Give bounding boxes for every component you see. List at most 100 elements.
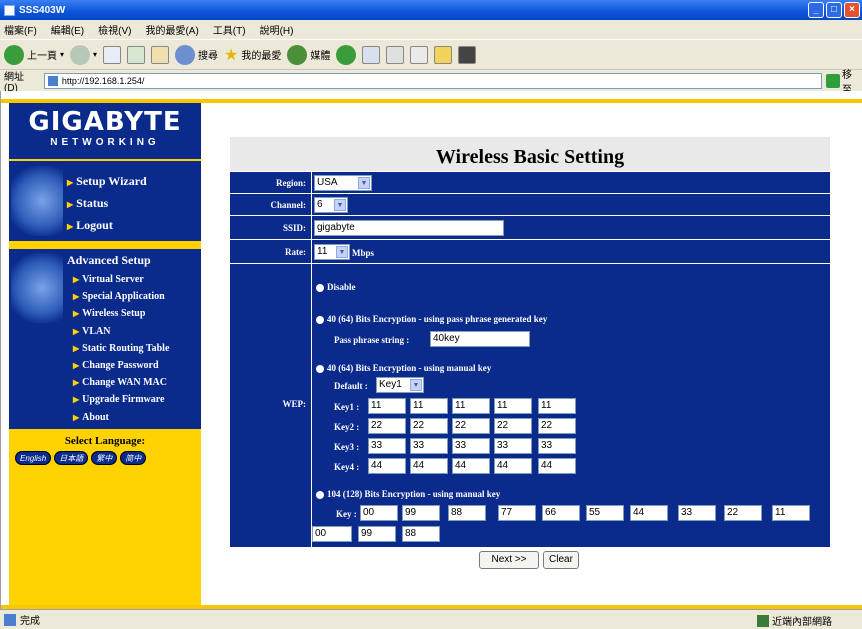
ssid-row: SSID: gigabyte xyxy=(230,215,830,239)
chevron-down-icon: ▼ xyxy=(358,177,370,189)
lang-english-button[interactable]: English xyxy=(15,451,52,465)
key2-field-2[interactable]: 22 xyxy=(410,418,448,434)
print-icon[interactable] xyxy=(386,45,405,64)
key1-field-2[interactable]: 11 xyxy=(410,398,448,414)
key2-field-5[interactable]: 22 xyxy=(538,418,576,434)
default-key-select[interactable]: Key1 ▼ xyxy=(376,377,424,393)
status-bar: 完成 近端內部網路 xyxy=(0,609,862,629)
nav-change-wan-mac[interactable]: ▶ Change WAN MAC xyxy=(73,374,169,391)
nav-virtual-server[interactable]: ▶ Virtual Server xyxy=(73,271,169,288)
key104-field-6[interactable]: 55 xyxy=(586,505,624,521)
ie-app-icon xyxy=(4,4,15,16)
key1-field-5[interactable]: 11 xyxy=(538,398,576,414)
lang-trad-chinese-button[interactable]: 繁中 xyxy=(91,451,118,465)
nav-special-application[interactable]: ▶ Special Application xyxy=(73,288,169,305)
menu-tools[interactable]: 工具(T) xyxy=(213,22,246,37)
nav-vlan[interactable]: ▶ VLAN xyxy=(73,323,169,340)
ssid-input[interactable]: gigabyte xyxy=(314,220,504,236)
key1-label: Key1 : xyxy=(334,402,360,412)
menu-view[interactable]: 檢視(V) xyxy=(98,22,131,37)
next-button[interactable]: Next >> xyxy=(479,551,539,569)
minimize-button[interactable]: _ xyxy=(808,2,824,18)
key3-field-2[interactable]: 33 xyxy=(410,438,448,454)
language-buttons: English 日本語 繁中 简中 xyxy=(15,451,147,465)
back-button[interactable]: 上一頁 ▾ xyxy=(4,44,64,65)
key3-field-3[interactable]: 33 xyxy=(452,438,490,454)
key104-field-8[interactable]: 33 xyxy=(678,505,716,521)
nav-static-routing[interactable]: ▶ Static Routing Table xyxy=(73,340,169,357)
key104-field-2[interactable]: 99 xyxy=(402,505,440,521)
address-input[interactable]: http://192.168.1.254/ xyxy=(43,72,823,89)
rate-select[interactable]: 11 ▼ xyxy=(314,244,350,260)
key2-field-3[interactable]: 22 xyxy=(452,418,490,434)
home-icon[interactable] xyxy=(151,45,170,64)
nav-change-password[interactable]: ▶ Change Password xyxy=(73,357,169,374)
key104-field-9[interactable]: 22 xyxy=(724,505,762,521)
key2-field-4[interactable]: 22 xyxy=(494,418,532,434)
menu-favorites[interactable]: 我的最愛(A) xyxy=(145,22,198,37)
channel-select[interactable]: 6 ▼ xyxy=(314,197,348,213)
nav-upgrade-firmware[interactable]: ▶ Upgrade Firmware xyxy=(73,391,169,408)
ssid-label: SSID: xyxy=(282,223,306,233)
key2-field-1[interactable]: 22 xyxy=(368,418,406,434)
wep-section: WEP: Disable 40 (64) Bits Encryption - u… xyxy=(230,263,830,547)
edit-icon[interactable] xyxy=(410,45,429,64)
maximize-button[interactable]: □ xyxy=(826,2,842,18)
refresh-icon[interactable] xyxy=(127,45,146,64)
key1-field-4[interactable]: 11 xyxy=(494,398,532,414)
mail-icon[interactable] xyxy=(362,45,381,64)
media-icon xyxy=(287,44,308,65)
key4-field-1[interactable]: 44 xyxy=(368,458,406,474)
key104-field-5[interactable]: 66 xyxy=(542,505,580,521)
nav-wireless-setup[interactable]: ▶ Wireless Setup xyxy=(73,305,169,322)
key3-field-1[interactable]: 33 xyxy=(368,438,406,454)
wep-disable-option[interactable]: Disable xyxy=(316,282,356,292)
key104-field-10[interactable]: 11 xyxy=(772,505,810,521)
key104-field-12[interactable]: 99 xyxy=(358,526,396,542)
nav-about[interactable]: ▶ About xyxy=(73,409,169,426)
key104-field-4[interactable]: 77 xyxy=(498,505,536,521)
key4-field-4[interactable]: 44 xyxy=(494,458,532,474)
nav-status[interactable]: ▶ Status xyxy=(67,193,147,215)
clear-button[interactable]: Clear xyxy=(543,551,579,569)
nav-setup-wizard[interactable]: ▶ Setup Wizard xyxy=(67,171,147,193)
channel-label: Channel: xyxy=(270,200,306,210)
region-select[interactable]: USA ▼ xyxy=(314,175,372,191)
key3-field-5[interactable]: 33 xyxy=(538,438,576,454)
search-icon xyxy=(175,44,196,65)
search-button[interactable]: 搜尋 xyxy=(175,44,218,65)
forward-button[interactable]: ▾ xyxy=(70,44,97,65)
close-button[interactable]: × xyxy=(844,2,860,18)
wep-manual40-option[interactable]: 40 (64) Bits Encryption - using manual k… xyxy=(316,363,491,373)
menu-help[interactable]: 說明(H) xyxy=(260,22,294,37)
rate-row: Rate: 11 ▼ Mbps xyxy=(230,239,830,263)
messenger-icon[interactable] xyxy=(458,45,477,64)
key104-field-13[interactable]: 88 xyxy=(402,526,440,542)
key4-field-2[interactable]: 44 xyxy=(410,458,448,474)
wep-passphrase-option[interactable]: 40 (64) Bits Encryption - using pass phr… xyxy=(316,314,547,324)
key104-field-7[interactable]: 44 xyxy=(630,505,668,521)
key1-field-3[interactable]: 11 xyxy=(452,398,490,414)
key3-field-4[interactable]: 33 xyxy=(494,438,532,454)
lang-simp-chinese-button[interactable]: 简中 xyxy=(120,451,147,465)
key4-field-3[interactable]: 44 xyxy=(452,458,490,474)
menu-file[interactable]: 檔案(F) xyxy=(4,22,37,37)
lang-japanese-button[interactable]: 日本語 xyxy=(54,451,89,465)
key104-field-1[interactable]: 00 xyxy=(360,505,398,521)
nav-logout[interactable]: ▶ Logout xyxy=(67,215,147,237)
key104-field-11[interactable]: 00 xyxy=(312,526,352,542)
browser-toolbar: 上一頁 ▾ ▾ 搜尋 ★ 我的最愛 媒體 xyxy=(0,39,862,69)
stop-icon[interactable] xyxy=(103,45,122,64)
back-arrow-icon xyxy=(4,44,24,65)
media-button[interactable]: 媒體 xyxy=(287,44,330,65)
passphrase-label: Pass phrase string : xyxy=(334,335,410,345)
folder-icon[interactable] xyxy=(434,45,453,64)
key1-field-1[interactable]: 11 xyxy=(368,398,406,414)
wep-manual104-option[interactable]: 104 (128) Bits Encryption - using manual… xyxy=(316,489,500,499)
menu-edit[interactable]: 編輯(E) xyxy=(51,22,84,37)
key104-field-3[interactable]: 88 xyxy=(448,505,486,521)
history-icon[interactable] xyxy=(336,44,357,65)
passphrase-input[interactable]: 40key xyxy=(430,331,530,347)
favorites-button[interactable]: ★ 我的最愛 xyxy=(224,45,281,65)
key4-field-5[interactable]: 44 xyxy=(538,458,576,474)
